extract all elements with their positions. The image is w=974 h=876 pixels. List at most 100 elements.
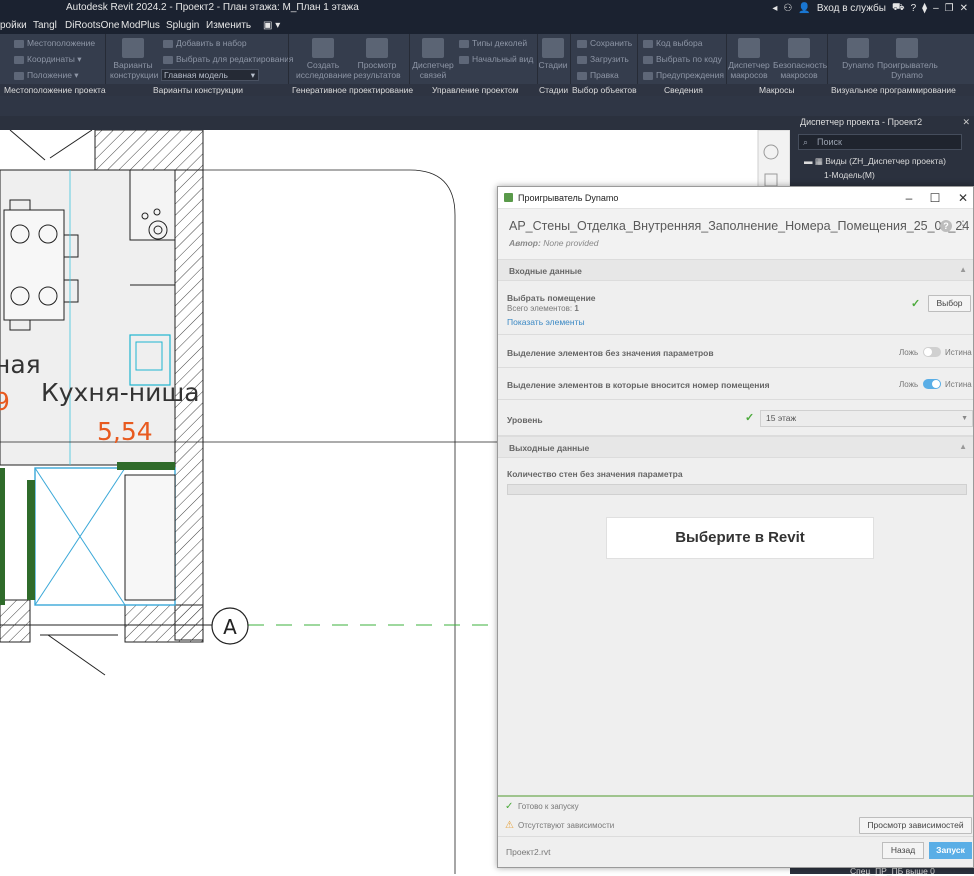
dynamo-logo-icon [504, 193, 513, 202]
save-selection-tool[interactable]: Сохранить [577, 38, 632, 48]
panel-project-location: Местоположение проекта [4, 85, 106, 95]
dynamo-button[interactable]: Dynamo [840, 38, 876, 70]
view-results-button[interactable]: Просмотр результатов [352, 38, 402, 80]
stove[interactable] [129, 169, 176, 241]
outputs-section-header[interactable]: Выходные данные ▲ [498, 436, 973, 458]
window-title: Autodesk Revit 2024.2 - Проект2 - План э… [66, 2, 359, 13]
input-select-room: Выбрать помещение Всего элементов: 1 Пок… [498, 281, 973, 335]
browser-search-input[interactable]: ⌕ Поиск [798, 134, 962, 150]
tab-tangl[interactable]: Tangl [33, 20, 57, 31]
warning-icon [643, 71, 653, 80]
starting-view-tool[interactable]: Начальный вид [459, 54, 533, 64]
macro-security-button[interactable]: Безопасность макросов [773, 38, 827, 80]
edit-selection-tool[interactable]: Правка [577, 70, 619, 80]
select-by-id-tool[interactable]: Выбрать по коду [643, 54, 722, 64]
room-area-kitchen: 5,54 [97, 417, 153, 446]
warnings-tool[interactable]: Предупреждения [643, 70, 724, 80]
maximize-icon[interactable]: ☐ [924, 189, 946, 207]
back-button[interactable]: Назад [882, 842, 924, 859]
help-icon[interactable]: ? [911, 3, 917, 14]
inputs-section-header[interactable]: Входные данные ▲ [498, 259, 973, 281]
study-icon [312, 38, 334, 58]
dynamo-icon [847, 38, 869, 58]
tab-settings[interactable]: ройки [0, 20, 27, 31]
nav-left-icon[interactable]: ◂ [772, 3, 777, 14]
toggle-room-number[interactable] [923, 379, 941, 389]
tab-modify[interactable]: Изменить [206, 20, 251, 31]
toggle-empty-params-label: Выделение элементов без значения парамет… [507, 348, 714, 358]
macro-manager-button[interactable]: Диспетчер макросов [727, 38, 771, 80]
tab-splugin[interactable]: Splugin [166, 20, 199, 31]
edit-icon [577, 71, 587, 80]
camera-icon[interactable]: ▣ ▾ [263, 20, 280, 31]
selection-id-tool[interactable]: Код выбора [643, 38, 703, 48]
main-model-select[interactable]: Главная модель ▾ [161, 69, 259, 81]
revit-titlebar: Autodesk Revit 2024.2 - Проект2 - План э… [0, 0, 974, 17]
file-name: Проект2.rvt [506, 847, 551, 857]
panel-inquiry: Сведения [664, 85, 703, 95]
toggle-empty-params[interactable] [923, 347, 941, 357]
check-icon: ✓ [745, 412, 755, 424]
dining-table[interactable] [3, 209, 65, 321]
add-set-icon [163, 39, 173, 48]
restore-icon[interactable]: ❐ [945, 3, 954, 14]
chevron-up-icon: ▲ [959, 265, 967, 274]
close-icon[interactable]: ✕ [952, 189, 974, 207]
minimize-icon[interactable]: – [933, 3, 939, 14]
shield-icon [788, 38, 810, 58]
tab-modplus[interactable]: ModPlus [121, 20, 160, 31]
link-manager-button[interactable]: Диспетчер связей [410, 38, 456, 80]
start-view-icon [459, 55, 469, 64]
user-icon[interactable]: 👤 [798, 3, 810, 14]
run-button[interactable]: Запуск [929, 842, 972, 859]
view-tabs-bar [0, 116, 790, 130]
location-icon [14, 39, 24, 48]
close-icon[interactable]: ✕ [960, 3, 968, 14]
close-icon[interactable]: ✕ [962, 117, 970, 128]
load-icon [577, 55, 587, 64]
search-icon: ⌕ [803, 137, 809, 147]
dynamo-player-button[interactable]: Проигрыватель Dynamo [877, 38, 938, 80]
tab-dirootsone[interactable]: DiRootsOne [65, 20, 119, 31]
view-dependencies-button[interactable]: Просмотр зависимостей [859, 817, 972, 834]
select-button[interactable]: Выбор [928, 295, 971, 312]
show-elements-link[interactable]: Показать элементы [507, 317, 585, 327]
select-in-revit-button[interactable]: Выберите в Revit [606, 517, 874, 559]
status-ready: Готово к запуску [518, 802, 579, 811]
wall-hatch [124, 604, 204, 643]
phases-button[interactable]: Стадии [538, 38, 568, 70]
design-options-button[interactable]: Варианты конструкции [110, 38, 158, 80]
design-options-icon [122, 38, 144, 58]
pick-to-edit-tool[interactable]: Выбрать для редактирования [163, 54, 294, 64]
create-study-button[interactable]: Создать исследование [296, 38, 352, 80]
share-icon[interactable]: ⚇ [783, 3, 792, 14]
project-browser-title: Диспетчер проекта - Проект2 [800, 117, 923, 127]
check-icon: ✓ [505, 801, 514, 812]
coordinates-tool[interactable]: Координаты ▾ [14, 54, 82, 65]
load-selection-tool[interactable]: Загрузить [577, 54, 629, 64]
add-to-set-tool[interactable]: Добавить в набор [163, 38, 247, 48]
more-options-icon[interactable]: ⋮ [957, 217, 969, 233]
panel-phasing: Стадии [539, 85, 569, 95]
browser-model-node[interactable]: 1-Модель(М) [824, 170, 875, 180]
autodesk-icon[interactable]: ⧫ [922, 3, 927, 14]
id-icon [643, 39, 653, 48]
dynamo-titlebar: Проигрыватель Dynamo – ☐ ✕ [498, 187, 973, 209]
check-icon: ✓ [911, 298, 921, 310]
input-toggle-room-number: Выделение элементов в которые вносится н… [498, 368, 973, 400]
element-count: Всего элементов: 1 [507, 304, 579, 313]
wall-hatch [0, 599, 31, 643]
decal-types-tool[interactable]: Типы деколей [459, 38, 527, 48]
position-tool[interactable]: Положение ▾ [14, 70, 79, 81]
dynamo-player-icon [896, 38, 918, 58]
browser-views-node[interactable]: ▬ ▦ Виды (ZH_Диспетчер проекта) [804, 156, 946, 167]
select-id-icon [643, 55, 653, 64]
location-tool[interactable]: Местоположение [14, 38, 95, 48]
signin-button[interactable]: Вход в службы [817, 3, 886, 14]
help-icon[interactable]: ? [940, 220, 952, 232]
input-toggle-empty-params: Выделение элементов без значения парамет… [498, 335, 973, 368]
cart-icon[interactable]: ⛟ [892, 2, 905, 15]
minimize-icon[interactable]: – [898, 189, 920, 207]
level-select[interactable]: 15 этаж ▼ [760, 410, 973, 427]
dynamo-window-title: Проигрыватель Dynamo [518, 193, 619, 203]
